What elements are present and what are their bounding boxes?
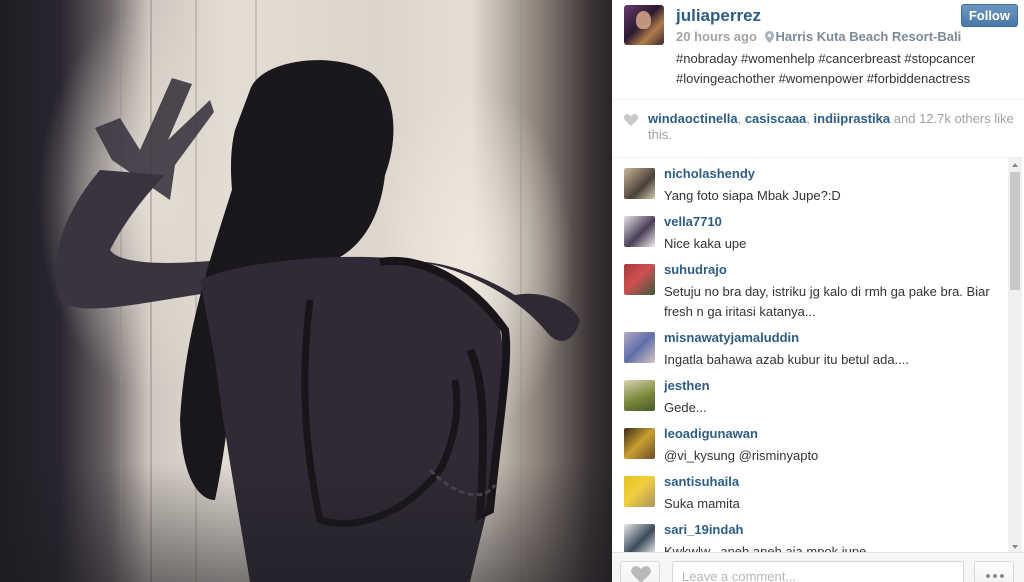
avatar[interactable] [624, 476, 655, 507]
scroll-down-arrow-icon[interactable] [1008, 540, 1022, 552]
comment-text: Suka mamita [664, 496, 740, 511]
likes-text: windaoctinella, casiscaaa, indiiprastika… [648, 111, 1014, 142]
comment-username[interactable]: vella7710 [664, 214, 722, 229]
scroll-up-arrow-icon[interactable] [1008, 158, 1022, 170]
more-options-button[interactable] [974, 561, 1014, 582]
comment-username[interactable]: santisuhaila [664, 474, 739, 489]
avatar[interactable] [624, 428, 655, 459]
likes-summary: windaoctinella, casiscaaa, indiiprastika… [612, 100, 1024, 158]
post-username[interactable]: juliaperrez [676, 6, 761, 26]
more-dots-icon [986, 574, 990, 578]
comment-text: Nice kaka upe [664, 236, 747, 251]
comment-username[interactable]: suhudrajo [664, 262, 727, 277]
map-pin-icon [764, 31, 774, 46]
post-details-panel: juliaperrez Follow 20 hours ago Harris K… [612, 0, 1024, 582]
post-meta: 20 hours ago Harris Kuta Beach Resort-Ba… [676, 29, 961, 46]
post-photo[interactable] [0, 0, 612, 582]
liker-link[interactable]: windaoctinella [648, 111, 738, 126]
avatar[interactable] [624, 264, 655, 295]
comment-username[interactable]: sari_19indah [664, 522, 744, 537]
avatar[interactable] [624, 5, 664, 45]
comments-scrollbar[interactable] [1008, 158, 1022, 552]
comment-text: Gede... [664, 400, 707, 415]
comment-text: Kwkwlw...aneh aneh aja mpok jupe.... [664, 544, 881, 552]
post-header: juliaperrez Follow 20 hours ago Harris K… [612, 0, 1024, 100]
comment-username[interactable]: jesthen [664, 378, 710, 393]
photo-shadow [0, 462, 612, 582]
post-location[interactable]: Harris Kuta Beach Resort-Bali [776, 29, 962, 44]
avatar[interactable] [624, 332, 655, 363]
avatar[interactable] [624, 216, 655, 247]
avatar[interactable] [624, 380, 655, 411]
comment-username[interactable]: misnawatyjamaluddin [664, 330, 799, 345]
avatar[interactable] [624, 524, 655, 552]
comment-bar [612, 552, 1024, 582]
comment-input[interactable] [672, 561, 964, 582]
scrollbar-thumb[interactable] [1010, 172, 1020, 290]
post-timestamp[interactable]: 20 hours ago [676, 29, 757, 44]
comment-text: Ingatla bahawa azab kubur itu betul ada.… [664, 352, 910, 367]
comment-text: Yang foto siapa Mbak Jupe?:D [664, 188, 841, 203]
likes-count[interactable]: 12.7k [919, 111, 951, 126]
comment-username[interactable]: nicholashendy [664, 166, 755, 181]
comment-username[interactable]: leoadigunawan [664, 426, 758, 441]
like-button[interactable] [620, 561, 660, 582]
comment-text: @vi_kysung @risminyapto [664, 448, 819, 463]
comments-list[interactable]: nicholashendy Yang foto siapa Mbak Jupe?… [612, 158, 1008, 552]
heart-icon [624, 113, 638, 131]
follow-button[interactable]: Follow [960, 4, 1018, 27]
liker-link[interactable]: casiscaaa [745, 111, 806, 126]
comment-text: Setuju no bra day, istriku jg kalo di rm… [664, 284, 990, 319]
post-caption: #nobraday #womenhelp #cancerbreast #stop… [676, 51, 976, 86]
heart-icon [631, 566, 651, 582]
avatar[interactable] [624, 168, 655, 199]
liker-link[interactable]: indiiprastika [814, 111, 891, 126]
